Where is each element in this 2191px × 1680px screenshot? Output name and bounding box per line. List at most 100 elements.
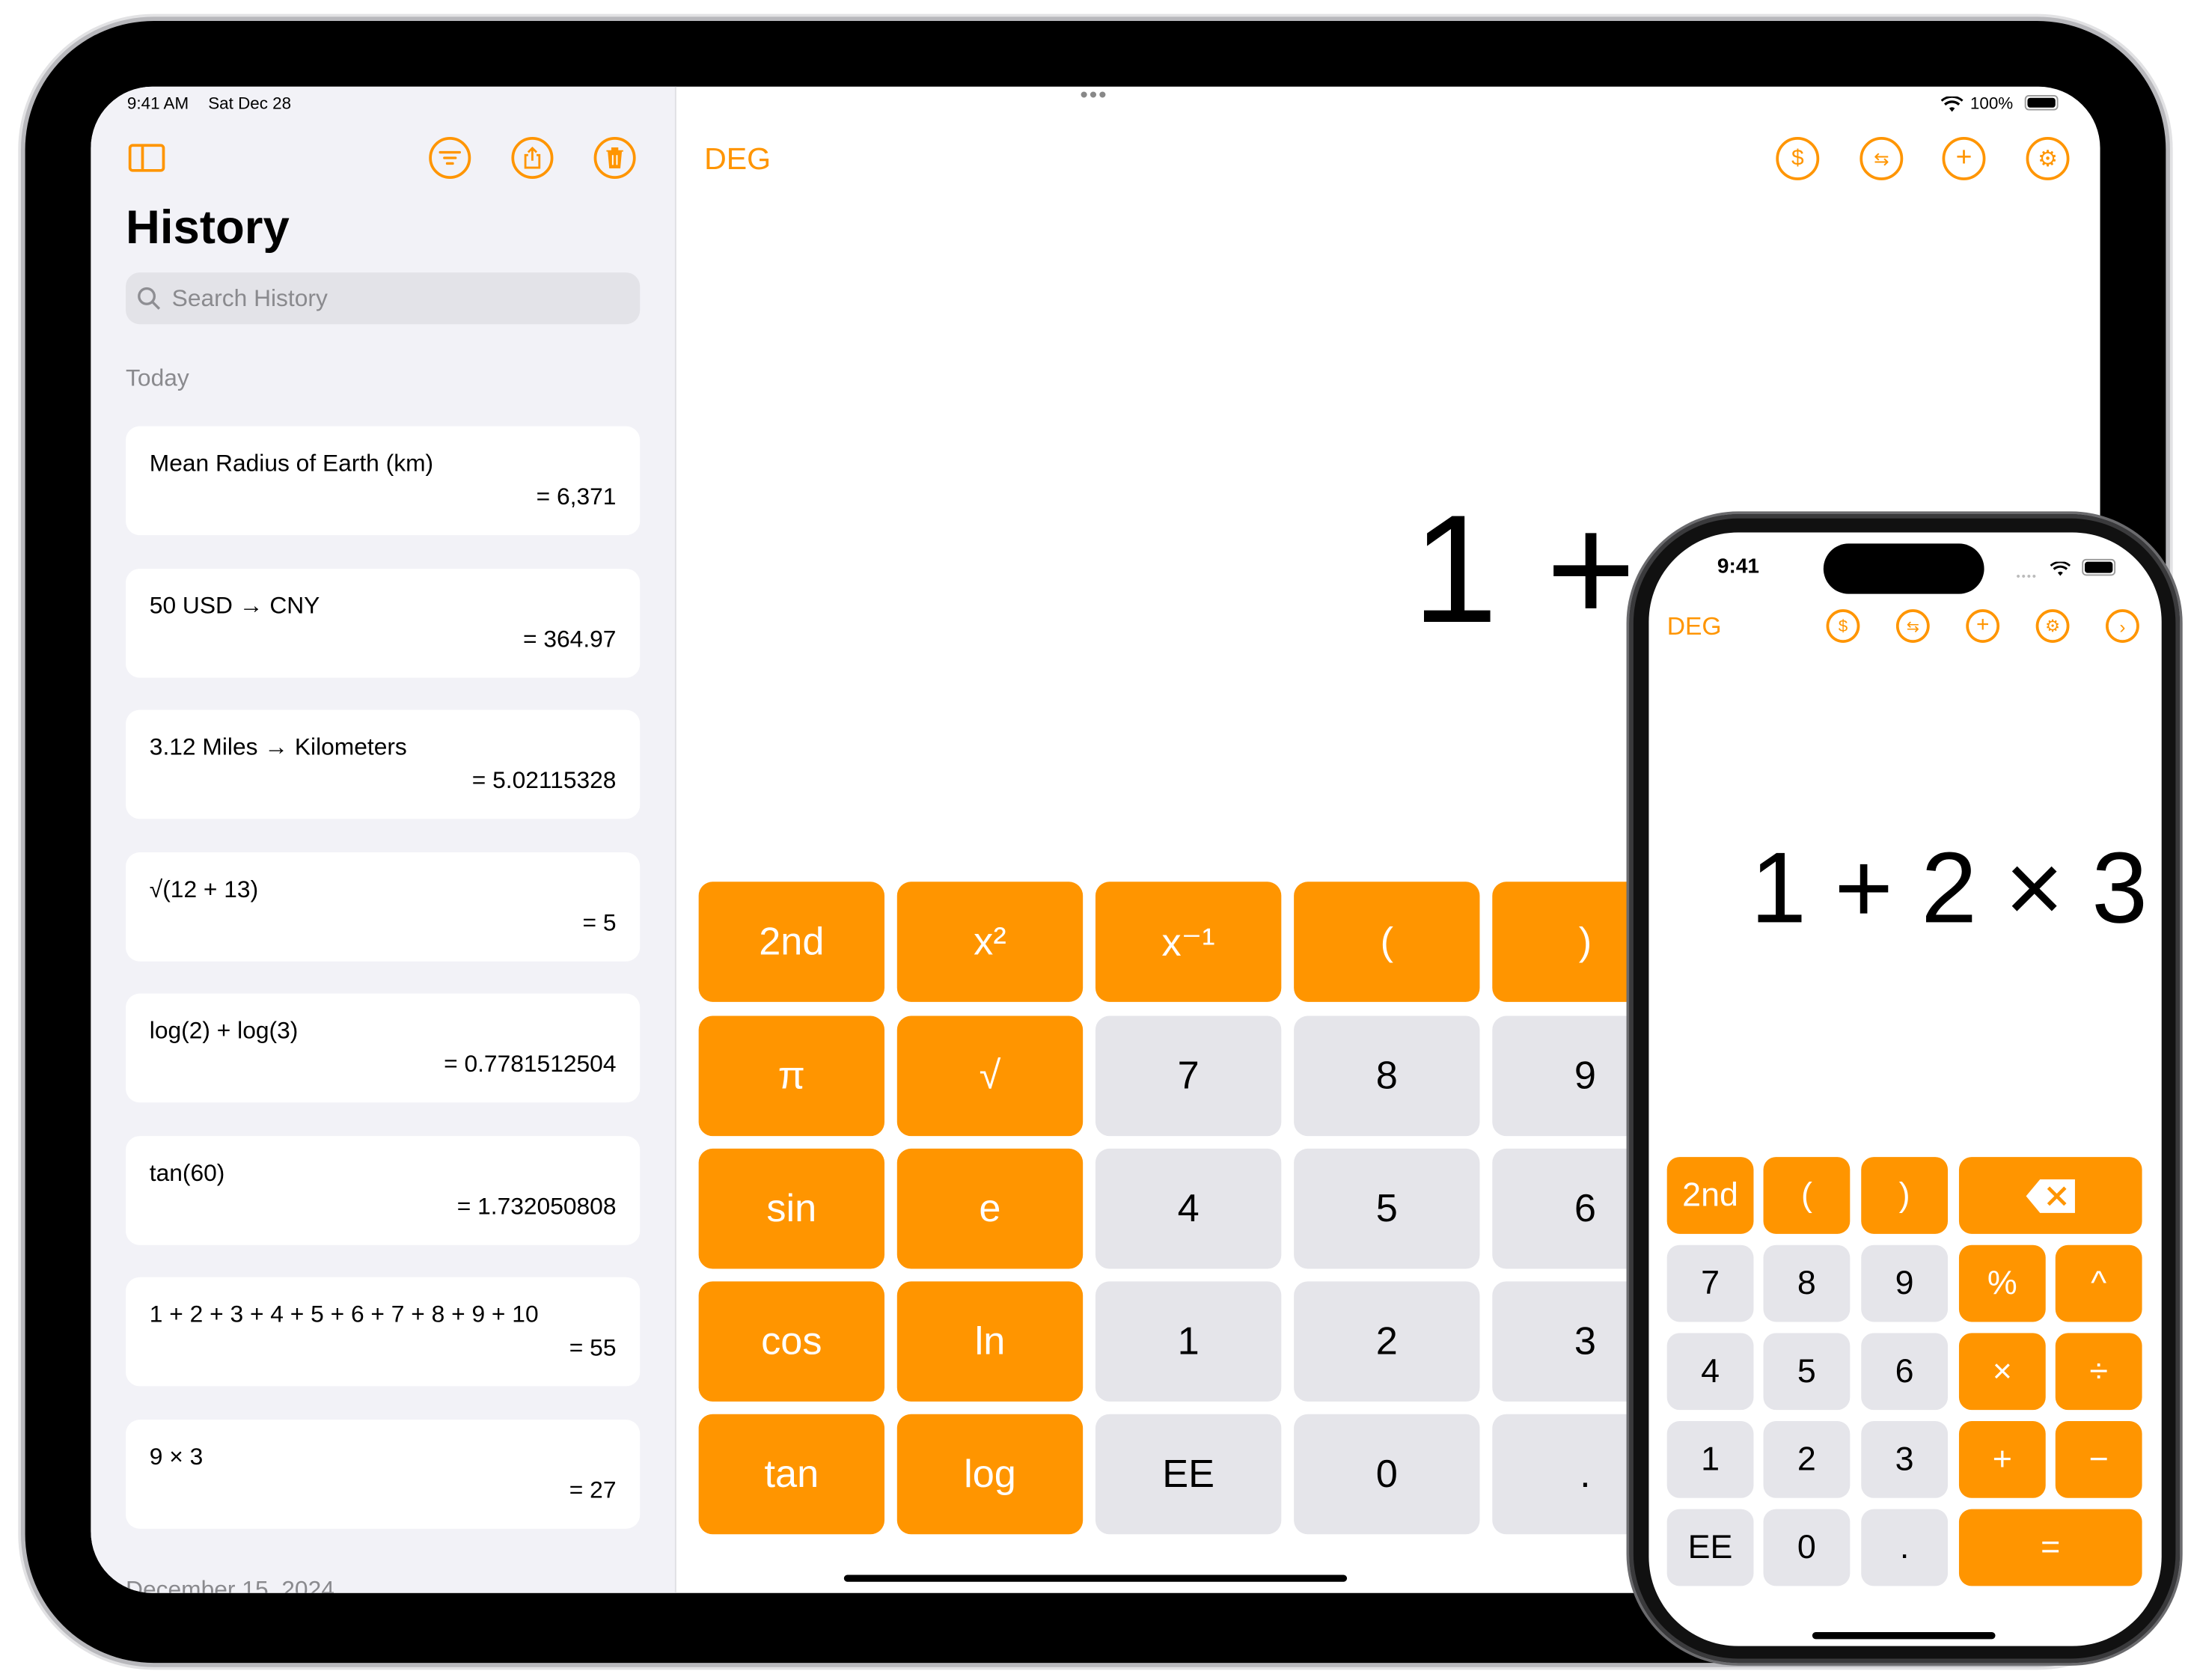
filter-icon[interactable]: [429, 136, 471, 180]
status-date: Sat Dec 28: [208, 94, 292, 114]
key-button[interactable]: 2: [1294, 1281, 1480, 1402]
key-button[interactable]: 5: [1294, 1148, 1480, 1269]
history-item[interactable]: tan(60) = 1.732050808: [126, 1135, 641, 1244]
key-button[interactable]: −: [2055, 1421, 2142, 1498]
iphone-display: 1 + 2 × 3: [1750, 832, 2148, 945]
key-button[interactable]: 2: [1763, 1421, 1851, 1498]
history-item[interactable]: 1 + 2 + 3 + 4 + 5 + 6 + 7 + 8 + 9 + 10 = …: [126, 1277, 641, 1387]
history-sidebar: 9:41 AM Sat Dec 28 History Search Histor…: [91, 86, 676, 1593]
history-expression: 1 + 2 + 3 + 4 + 5 + 6 + 7 + 8 + 9 + 10: [149, 1301, 539, 1328]
history-expression: √(12 + 13): [149, 875, 259, 902]
search-placeholder: Search History: [171, 284, 328, 312]
trash-icon[interactable]: [593, 136, 636, 180]
key-button[interactable]: x²: [896, 882, 1084, 1002]
history-item[interactable]: √(12 + 13) = 5: [126, 852, 641, 961]
key-button[interactable]: .: [1861, 1509, 1949, 1586]
key-button[interactable]: log: [896, 1414, 1084, 1535]
page-title: History: [126, 201, 290, 254]
backspace-icon: [2025, 1179, 2075, 1212]
history-expression: 3.12 Miles → Kilometers: [149, 733, 407, 760]
key-button[interactable]: sin: [698, 1148, 885, 1269]
chevron-right-icon[interactable]: ›: [2106, 609, 2139, 643]
history-item[interactable]: 3.12 Miles → Kilometers = 5.02115328: [126, 709, 641, 819]
currency-icon[interactable]: $: [1826, 609, 1860, 643]
key-button[interactable]: cos: [698, 1281, 885, 1402]
key-button[interactable]: 7: [1095, 1015, 1282, 1137]
key-button[interactable]: π: [698, 1015, 885, 1137]
history-result: = 5.02115328: [471, 767, 617, 794]
angle-mode-button[interactable]: DEG: [704, 141, 771, 178]
wifi-icon: [1940, 95, 1964, 120]
status-time: 9:41: [1717, 555, 1759, 579]
settings-icon[interactable]: ⚙: [2026, 136, 2070, 180]
key-button[interactable]: ^: [2055, 1244, 2142, 1322]
key-button[interactable]: ln: [896, 1281, 1084, 1402]
key-button[interactable]: 2nd: [698, 882, 885, 1002]
key-button[interactable]: 8: [1763, 1244, 1851, 1322]
key-button[interactable]: %: [1958, 1244, 2046, 1322]
key-button[interactable]: 1: [1666, 1421, 1754, 1498]
history-result: = 0.7781512504: [444, 1051, 617, 1078]
key-button[interactable]: +: [1958, 1421, 2046, 1498]
history-expression: Mean Radius of Earth (km): [149, 450, 434, 477]
sidebar-toggle-icon[interactable]: [128, 144, 165, 172]
key-button[interactable]: 0: [1763, 1509, 1851, 1586]
key-button[interactable]: 2nd: [1666, 1157, 1754, 1234]
key-button[interactable]: ): [1861, 1157, 1949, 1234]
angle-mode-button[interactable]: DEG: [1667, 612, 1722, 641]
history-result: = 27: [569, 1476, 617, 1503]
history-item[interactable]: 50 USD → CNY = 364.97: [126, 568, 641, 677]
history-expression: log(2) + log(3): [149, 1017, 299, 1044]
history-expression: 50 USD → CNY: [149, 591, 320, 619]
key-button[interactable]: ×: [1958, 1333, 2046, 1411]
key-button[interactable]: tan: [698, 1414, 885, 1535]
key-button[interactable]: 1: [1095, 1281, 1282, 1402]
search-input[interactable]: Search History: [126, 272, 641, 325]
settings-icon[interactable]: ⚙: [2035, 609, 2070, 643]
key-button[interactable]: e: [896, 1148, 1084, 1269]
key-button[interactable]: 0: [1294, 1414, 1480, 1535]
history-result: = 1.732050808: [456, 1192, 617, 1220]
key-button[interactable]: √: [896, 1015, 1084, 1137]
history-item[interactable]: log(2) + log(3) = 0.7781512504: [126, 993, 641, 1103]
convert-icon[interactable]: ⇆: [1895, 609, 1930, 643]
convert-icon[interactable]: ⇆: [1860, 136, 1904, 180]
history-expression: tan(60): [149, 1158, 225, 1186]
home-indicator: [1812, 1632, 1996, 1640]
dynamic-island: [1823, 543, 1984, 594]
currency-icon[interactable]: $: [1776, 136, 1820, 180]
backspace-button[interactable]: [1958, 1157, 2142, 1234]
key-button[interactable]: EE: [1666, 1509, 1754, 1586]
history-expression: 9 × 3: [149, 1442, 204, 1470]
home-indicator: [843, 1574, 1348, 1582]
history-item[interactable]: Mean Radius of Earth (km) = 6,371: [126, 426, 641, 536]
history-result: = 364.97: [523, 625, 617, 653]
key-button[interactable]: 5: [1763, 1333, 1851, 1411]
status-time: 9:41 AM: [126, 94, 189, 114]
key-button[interactable]: (: [1763, 1157, 1851, 1234]
key-button[interactable]: 8: [1294, 1015, 1480, 1137]
multitasking-handle[interactable]: •••: [1080, 87, 1107, 109]
key-button[interactable]: (: [1294, 882, 1480, 1002]
iphone-screen: 9:41 •••• DEG $ ⇆ + ⚙ › 1 + 2 × 3 2nd() 7…: [1648, 532, 2162, 1646]
signal-icon: ••••: [2016, 569, 2038, 583]
add-icon[interactable]: +: [1966, 609, 2000, 643]
history-result: = 55: [569, 1334, 617, 1361]
key-button[interactable]: 3: [1861, 1421, 1949, 1498]
history-result: = 6,371: [536, 483, 617, 510]
key-button[interactable]: 9: [1861, 1244, 1949, 1322]
history-item[interactable]: 9 × 3 = 27: [126, 1419, 641, 1528]
key-button[interactable]: EE: [1095, 1414, 1282, 1535]
key-button[interactable]: ÷: [2055, 1333, 2142, 1411]
key-button[interactable]: 6: [1861, 1333, 1949, 1411]
key-button[interactable]: 4: [1666, 1333, 1754, 1411]
wifi-icon: [2050, 559, 2071, 584]
key-button[interactable]: 4: [1095, 1148, 1282, 1269]
add-icon[interactable]: +: [1942, 136, 1986, 180]
key-button[interactable]: x⁻¹: [1095, 882, 1282, 1002]
section-header-today: Today: [126, 364, 189, 391]
share-icon[interactable]: [511, 136, 554, 180]
key-button[interactable]: 7: [1666, 1244, 1754, 1322]
key-button[interactable]: =: [1958, 1509, 2142, 1586]
battery-icon: [2024, 94, 2059, 111]
